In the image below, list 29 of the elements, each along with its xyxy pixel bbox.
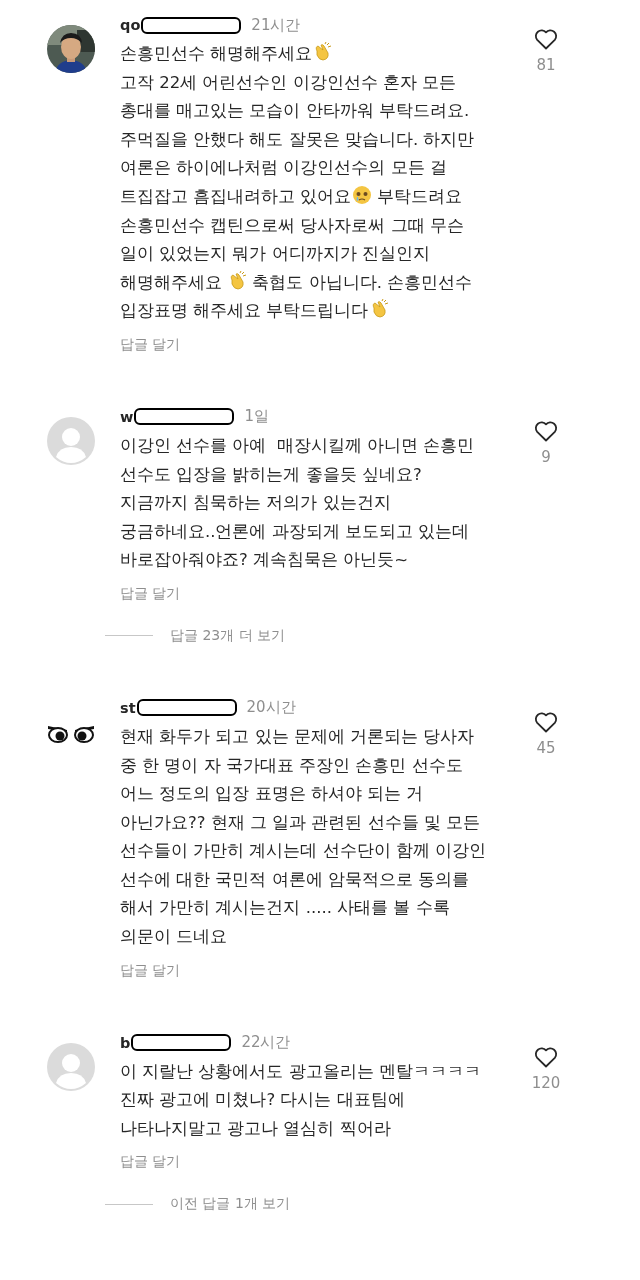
comment-text: 현재 화두가 되고 있는 문제에 거론되는 당사자 중 한 명이 자 국가대표 주장인 손흥민 선수도 어느 정도의 입장 표명은 하셔야 되는 거 아닌가요?? 현재 그 일과 관련된 선수들 및 모든 선수들이 가만히 계시는데 선수단이 함께 이강인 선수에 대한 국민적 여론에 암묵적으로 동의를 해서 가만히 계시는건지 ..... 사태를 볼 수록 의문이 드네요	[120, 725, 488, 949]
reply-link[interactable]: 답글 달기	[120, 1153, 181, 1172]
timestamp: 22시간	[241, 1033, 291, 1053]
teary-face-icon	[351, 184, 372, 205]
like-count: 81	[536, 56, 556, 74]
comment-text: 손흥민선수 해명해주세요 고작 22세 어린선수인 이강인선수 혼자 모든 총대를 매고있는 모습이 안타까워 부탁드려요. 주먹질을 안했다 해도 잘못은 맞습니다. 하지만 여론은 하이에나처럼 이강인선수의 모든 걸 트집잡고 흠집내려하고 있어요 부탁드려요 손흥민선수 캡틴으로써 당사자로써 그때 무슨 일이 있었는지 뭐가 어디까지가 진실인지 해명해주세요 축협도 아닙니다. 손흥민선수 입장표명 해주세요 부탁드립니다	[120, 41, 476, 323]
heart-icon[interactable]	[534, 710, 558, 733]
reply-link[interactable]: 답글 달기	[120, 584, 181, 603]
like-count: 45	[536, 738, 556, 757]
heart-icon[interactable]	[534, 1045, 558, 1068]
reply-link[interactable]: 답글 달기	[120, 335, 181, 354]
timestamp: 21시간	[251, 15, 301, 35]
timestamp: 1일	[244, 407, 269, 427]
username[interactable]: st	[120, 699, 136, 716]
avatar-icon	[47, 416, 95, 465]
username[interactable]: b	[120, 1034, 131, 1051]
username[interactable]: qo	[120, 17, 141, 33]
reply-link[interactable]: 답글 달기	[120, 961, 181, 980]
like-count: 9	[541, 447, 551, 466]
username[interactable]: w	[120, 408, 134, 425]
heart-icon[interactable]	[534, 419, 558, 442]
comment-text: 이 지랄난 상황에서도 광고올리는 멘탈ㅋㅋㅋㅋ 진짜 광고에 미쳤나? 다시는 대표팀에 나타나지말고 광고나 열심히 찍어라	[120, 1060, 482, 1140]
view-replies-link[interactable]: 답글 23개 더 보기	[170, 626, 286, 645]
like-count: 120	[531, 1073, 561, 1092]
heart-icon[interactable]	[534, 28, 558, 50]
timestamp: 20시간	[246, 698, 296, 718]
avatar-icon	[47, 1042, 95, 1091]
view-replies-link[interactable]: 이전 답글 1개 보기	[170, 1195, 291, 1214]
comment-text: 이강인 선수를 아예 매장시킬께 아니면 손흥민 선수도 입장을 밝히는게 좋을듯 싶네요? 지금까지 침묵하는 저의가 있는건지 궁금하네요..언론에 과장되게 보도되고 있는데 바로잡아줘야죠? 계속침묵은 아닌듯~	[120, 434, 476, 572]
